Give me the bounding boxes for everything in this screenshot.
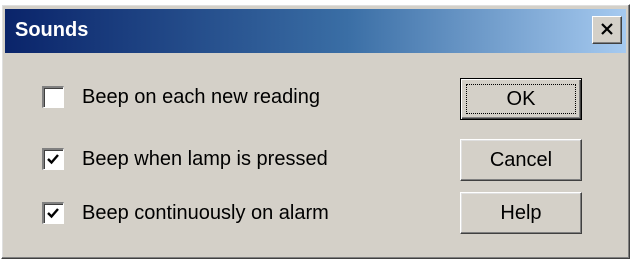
- close-button[interactable]: [592, 16, 622, 44]
- option-beep-new-reading[interactable]: Beep on each new reading: [42, 83, 320, 111]
- title-bar[interactable]: Sounds: [5, 9, 626, 53]
- help-button[interactable]: Help: [460, 192, 582, 234]
- help-button-label: Help: [500, 201, 542, 224]
- option-label: Beep on each new reading: [82, 85, 320, 108]
- checkmark-icon: [47, 208, 59, 219]
- checkbox-beep-continuous-alarm[interactable]: [42, 202, 64, 224]
- close-icon: [601, 23, 613, 35]
- checkmark-icon: [47, 154, 59, 165]
- checkbox-beep-new-reading[interactable]: [42, 86, 64, 108]
- cancel-button[interactable]: Cancel: [460, 139, 582, 181]
- checkbox-beep-lamp-pressed[interactable]: [42, 148, 64, 170]
- option-beep-lamp-pressed[interactable]: Beep when lamp is pressed: [42, 145, 328, 173]
- option-label: Beep when lamp is pressed: [82, 147, 328, 170]
- option-beep-continuous-alarm[interactable]: Beep continuously on alarm: [42, 199, 329, 227]
- option-label: Beep continuously on alarm: [82, 201, 329, 224]
- window-title: Sounds: [15, 19, 89, 41]
- cancel-button-label: Cancel: [489, 148, 553, 171]
- sounds-dialog: Sounds Beep on each new reading Beep whe…: [1, 4, 630, 259]
- ok-button-label: OK: [506, 87, 536, 110]
- ok-button[interactable]: OK: [460, 78, 582, 120]
